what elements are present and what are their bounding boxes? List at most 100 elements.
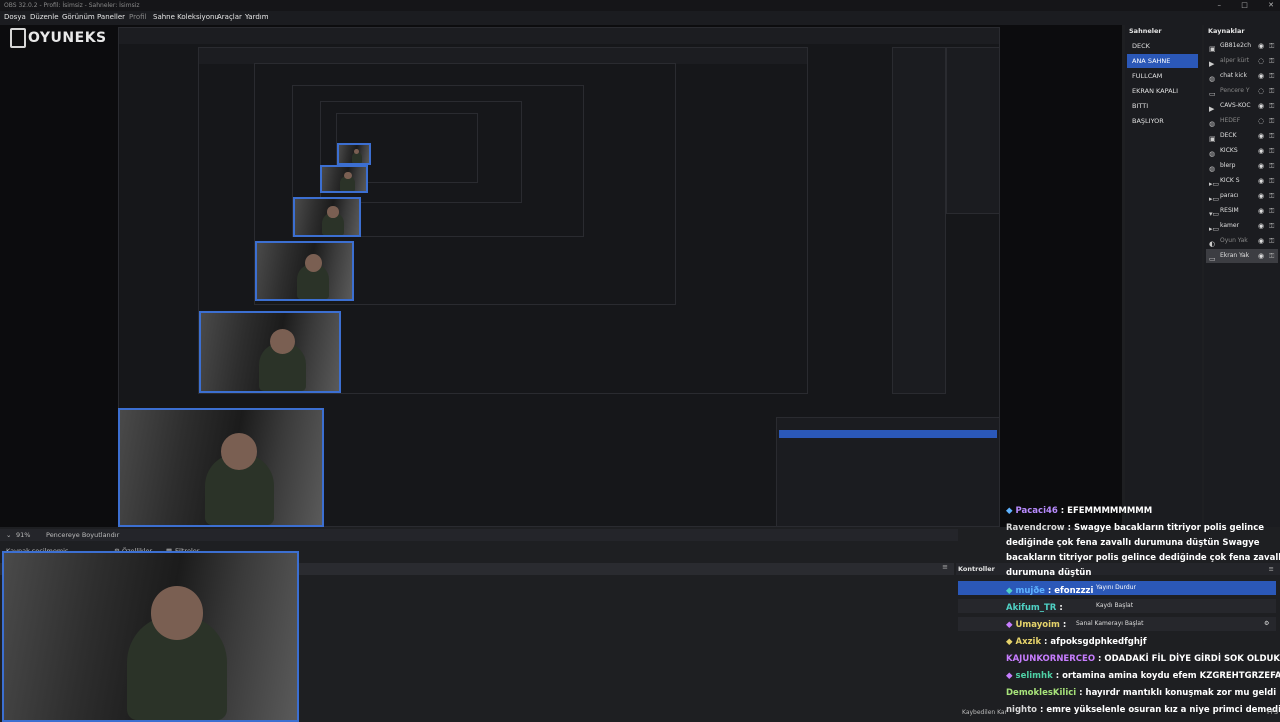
chat-line-cont: durumuna düştün <box>1006 568 1092 578</box>
chat-line: ◆ Axzik : afpoksgdphkedfghjf <box>1006 637 1147 647</box>
lock-icon[interactable]: ⚿ <box>1269 54 1274 68</box>
fps-label: FPS <box>1267 709 1278 716</box>
menu-paneller[interactable]: Paneller <box>97 13 125 21</box>
source-item[interactable]: ◐ Oyun Yak ◉ ⚿ <box>1206 234 1278 248</box>
eye-icon[interactable]: ◉ <box>1258 129 1264 143</box>
eye-icon[interactable]: ◉ <box>1258 99 1264 113</box>
scene-item-ekran-kapali[interactable]: EKRAN KAPALI <box>1127 84 1198 98</box>
chat-line: Ravendcrow : Swagye bacakların titriyor … <box>1006 523 1265 533</box>
source-item[interactable]: ▸▭ paracı ◉ ⚿ <box>1206 189 1278 203</box>
menu-profil[interactable]: Profil <box>129 13 146 21</box>
scene-item-fullcam[interactable]: FULLCAM <box>1127 69 1198 83</box>
eye-icon[interactable]: ◉ <box>1258 219 1264 233</box>
nested-controls-panel <box>776 417 1000 527</box>
lock-icon[interactable]: ⚿ <box>1269 174 1274 188</box>
menu-gorunum[interactable]: Görünüm <box>62 13 95 21</box>
maximize-button[interactable]: □ <box>1241 1 1248 9</box>
menu-araclar[interactable]: Araçlar <box>217 13 242 21</box>
source-item[interactable]: ▣ DECK ◉ ⚿ <box>1206 129 1278 143</box>
lock-icon[interactable]: ⚿ <box>1269 144 1274 158</box>
menu-dosya[interactable]: Dosya <box>4 13 26 21</box>
nested-stop-stream <box>779 430 997 438</box>
eye-icon[interactable]: ◉ <box>1258 189 1264 203</box>
logo-icon <box>10 28 26 48</box>
lock-icon[interactable]: ⚿ <box>1269 69 1274 83</box>
lock-icon[interactable]: ⚿ <box>1269 159 1274 173</box>
window-controls: – □ ✕ <box>1200 0 1274 11</box>
chat-overlay: ◆ Pacaci46 : EFEMMMMMMMM Ravendcrow : Sw… <box>1000 502 1280 720</box>
eye-icon[interactable]: ◉ <box>1258 144 1264 158</box>
scene-item-basliyor[interactable]: BAŞLIYOR <box>1127 114 1198 128</box>
lock-icon[interactable]: ⚿ <box>1269 84 1274 98</box>
scenes-title: Sahneler <box>1129 27 1162 35</box>
lock-icon[interactable]: ⚿ <box>1269 204 1274 218</box>
webcam-frame-5 <box>293 197 361 237</box>
eye-icon[interactable]: ◉ <box>1258 159 1264 173</box>
menu-bar: Dosya Düzenle Görünüm Paneller Profil Sa… <box>0 11 1280 25</box>
chat-line: DemoklesKilici : hayırdr mantıklı konuşm… <box>1006 688 1277 698</box>
eye-off-icon[interactable]: ◌ <box>1258 54 1264 68</box>
chat-line-cont: dediğinde çok fena zavallı durumuna düşt… <box>1006 538 1260 548</box>
menu-yardim[interactable]: Yardım <box>245 13 269 21</box>
nested-scenes-panel <box>892 47 946 394</box>
brand-logo: OYUNEKS <box>10 28 107 48</box>
webcam-overlay <box>2 551 299 722</box>
fit-window-button[interactable]: Pencereye Boyutlandır <box>46 529 119 541</box>
source-item[interactable]: ◍ KICKS ◉ ⚿ <box>1206 144 1278 158</box>
source-item[interactable]: ▶ alper kürt ◌ ⚿ <box>1206 54 1278 68</box>
controls-title: Kontroller <box>958 565 995 573</box>
nested-sources-panel <box>946 47 1000 214</box>
source-item[interactable]: ▭ Pencere Y ◌ ⚿ <box>1206 84 1278 98</box>
eye-off-icon[interactable]: ◌ <box>1258 114 1264 128</box>
window-title: OBS 32.0.2 - Profil: İsimsiz - Sahneler:… <box>4 2 140 9</box>
source-item[interactable]: ▾▭ RESIM ◉ ⚿ <box>1206 204 1278 218</box>
lock-icon[interactable]: ⚿ <box>1269 234 1274 248</box>
chat-badge-icon: ◆ <box>1006 637 1013 647</box>
eye-icon[interactable]: ◉ <box>1258 69 1264 83</box>
close-button[interactable]: ✕ <box>1268 1 1274 9</box>
source-item[interactable]: ▶ CAVS-KOC ◉ ⚿ <box>1206 99 1278 113</box>
source-item-selected[interactable]: ▭ Ekran Yak ◉ ⚿ <box>1206 249 1278 263</box>
preview-zoom-bar: ⌄ 91% Pencereye Boyutlandır <box>0 529 958 541</box>
scene-item-ana-sahne[interactable]: ANA SAHNE <box>1127 54 1198 68</box>
minimize-button[interactable]: – <box>1218 1 1222 9</box>
title-bar: OBS 32.0.2 - Profil: İsimsiz - Sahneler:… <box>0 0 1280 11</box>
eye-icon[interactable]: ◉ <box>1258 234 1264 248</box>
chat-badge-icon: ◆ <box>1006 620 1013 630</box>
lock-icon[interactable]: ⚿ <box>1269 114 1274 128</box>
lock-icon[interactable]: ⚿ <box>1269 99 1274 113</box>
dock-menu-icon[interactable]: ≡ <box>942 563 948 571</box>
chat-line: ◆ selimhk : ortamina amina koydu efem KZ… <box>1006 671 1280 681</box>
eye-icon[interactable]: ◉ <box>1258 204 1264 218</box>
eye-icon[interactable]: ◉ <box>1258 249 1264 263</box>
source-item[interactable]: ◍ HEDEF ◌ ⚿ <box>1206 114 1278 128</box>
lock-icon[interactable]: ⚿ <box>1269 249 1274 263</box>
source-item[interactable]: ▣ GB81e2ch ◉ ⚿ <box>1206 39 1278 53</box>
scene-item-bitti[interactable]: BITTI <box>1127 99 1198 113</box>
nested-menubar-2 <box>199 48 807 64</box>
source-item[interactable]: ◍ chat kick ◉ ⚿ <box>1206 69 1278 83</box>
source-item[interactable]: ▸▭ KICK S ◉ ⚿ <box>1206 174 1278 188</box>
lock-icon[interactable]: ⚿ <box>1269 129 1274 143</box>
lock-icon[interactable]: ⚿ <box>1269 219 1274 233</box>
chat-badge-icon: ◆ <box>1006 671 1013 681</box>
source-item[interactable]: ▸▭ kamer ◉ ⚿ <box>1206 219 1278 233</box>
scene-item-deck[interactable]: DECK <box>1127 39 1198 53</box>
preview-canvas[interactable]: OYUNEKS <box>0 25 1122 527</box>
eye-off-icon[interactable]: ◌ <box>1258 84 1264 98</box>
lost-frames-label: Kaybedilen Kar <box>962 709 1008 716</box>
zoom-level[interactable]: 91% <box>16 529 30 541</box>
menu-sahne-koleksiyonu[interactable]: Sahne Koleksiyonu <box>153 13 219 21</box>
scenes-panel: Sahneler DECK ANA SAHNE FULLCAM EKRAN KA… <box>1125 25 1202 527</box>
lock-icon[interactable]: ⚿ <box>1269 189 1274 203</box>
source-item[interactable]: ◍ blerp ◉ ⚿ <box>1206 159 1278 173</box>
eye-icon[interactable]: ◉ <box>1258 174 1264 188</box>
zoom-level-icon: ⌄ <box>6 531 12 539</box>
chat-badge-icon: ◆ <box>1006 506 1013 516</box>
chat-line: ◆ mujðe : efonzzzi <box>1006 586 1094 596</box>
sources-panel: Kaynaklar ▣ GB81e2ch ◉ ⚿ ▶ alper kürt ◌ ⚿ ◍ cha… <box>1204 25 1280 527</box>
menu-duzenle[interactable]: Düzenle <box>30 13 59 21</box>
eye-icon[interactable]: ◉ <box>1258 39 1264 53</box>
chat-line-cont: bacakların titriyor polis gelince dediği… <box>1006 553 1280 563</box>
lock-icon[interactable]: ⚿ <box>1269 39 1274 53</box>
